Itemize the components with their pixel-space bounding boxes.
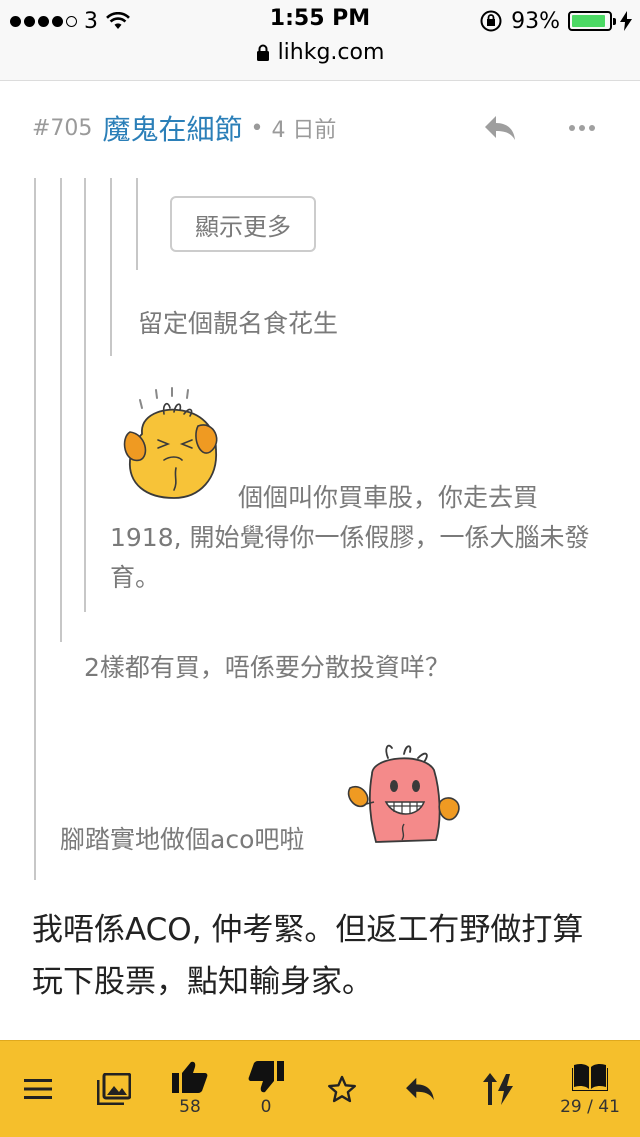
sort-button[interactable] — [476, 1041, 520, 1137]
orientation-lock-icon — [480, 10, 502, 32]
reply-button[interactable] — [398, 1041, 442, 1137]
post-header: #705 魔鬼在細節 • 4 日前 — [32, 108, 612, 148]
dislike-button[interactable]: 0 — [242, 1041, 290, 1137]
battery-icon — [568, 11, 616, 31]
quote-text-level2: 2樣都有買，唔係要分散投資咩？ — [84, 653, 450, 682]
more-options-button[interactable] — [552, 110, 612, 146]
status-bar: 3 1:55 PM 93% lihkg.com — [0, 0, 640, 81]
thumbs-up-icon — [172, 1061, 208, 1093]
charging-icon — [620, 11, 632, 31]
post-username[interactable]: 魔鬼在細節 — [102, 108, 242, 148]
separator-dot: • — [250, 115, 264, 141]
lock-icon — [256, 44, 269, 61]
more-icon — [569, 125, 575, 131]
page-indicator: 29 / 41 — [560, 1097, 620, 1117]
quote-border-level4 — [110, 178, 112, 356]
quote-border-level2 — [60, 178, 62, 642]
show-more-button[interactable]: 顯示更多 — [170, 196, 316, 252]
reply-icon — [406, 1077, 434, 1101]
like-button[interactable]: 58 — [166, 1041, 214, 1137]
grinning-sticker-icon — [347, 744, 460, 843]
like-count: 58 — [179, 1097, 201, 1117]
dislike-count: 0 — [260, 1097, 272, 1117]
menu-button[interactable] — [18, 1041, 58, 1137]
quote-text-level4: 留定個靚名食花生 — [138, 309, 339, 338]
sort-icon — [483, 1073, 513, 1105]
bookmark-button[interactable] — [322, 1041, 362, 1137]
post-number: #705 — [32, 115, 93, 141]
quote-text-level1: 腳踏實地做個aco吧啦 — [60, 825, 305, 854]
reply-icon — [485, 116, 515, 140]
quote-border-level5 — [136, 178, 138, 270]
page-selector-button[interactable]: 29 / 41 — [548, 1041, 632, 1137]
bottom-toolbar: 58 0 29 / 41 — [0, 1040, 640, 1137]
quote-reply-button[interactable] — [480, 110, 520, 146]
address-bar[interactable]: lihkg.com — [0, 40, 640, 65]
battery-area: 93% — [479, 8, 632, 34]
post-body: 我唔係ACO, 仲考緊。但返工冇野做打算玩下股票，點知輸身家。 — [32, 912, 584, 1000]
quote-border-level1 — [34, 178, 36, 880]
quote-text-level3: 個個叫你買車股，你走去買1918, 開始覺得你一係假膠，一係大腦未發育。 — [110, 483, 590, 592]
url-text[interactable]: lihkg.com — [278, 40, 385, 65]
image-mode-button[interactable] — [94, 1041, 134, 1137]
book-icon — [572, 1063, 608, 1091]
battery-percent: 93% — [511, 8, 560, 34]
post-time: 4 日前 — [271, 118, 337, 143]
menu-icon — [24, 1079, 52, 1099]
thumbs-down-icon — [248, 1061, 284, 1093]
quote-border-level3 — [84, 178, 86, 612]
star-icon — [328, 1075, 356, 1103]
image-icon — [97, 1073, 131, 1105]
